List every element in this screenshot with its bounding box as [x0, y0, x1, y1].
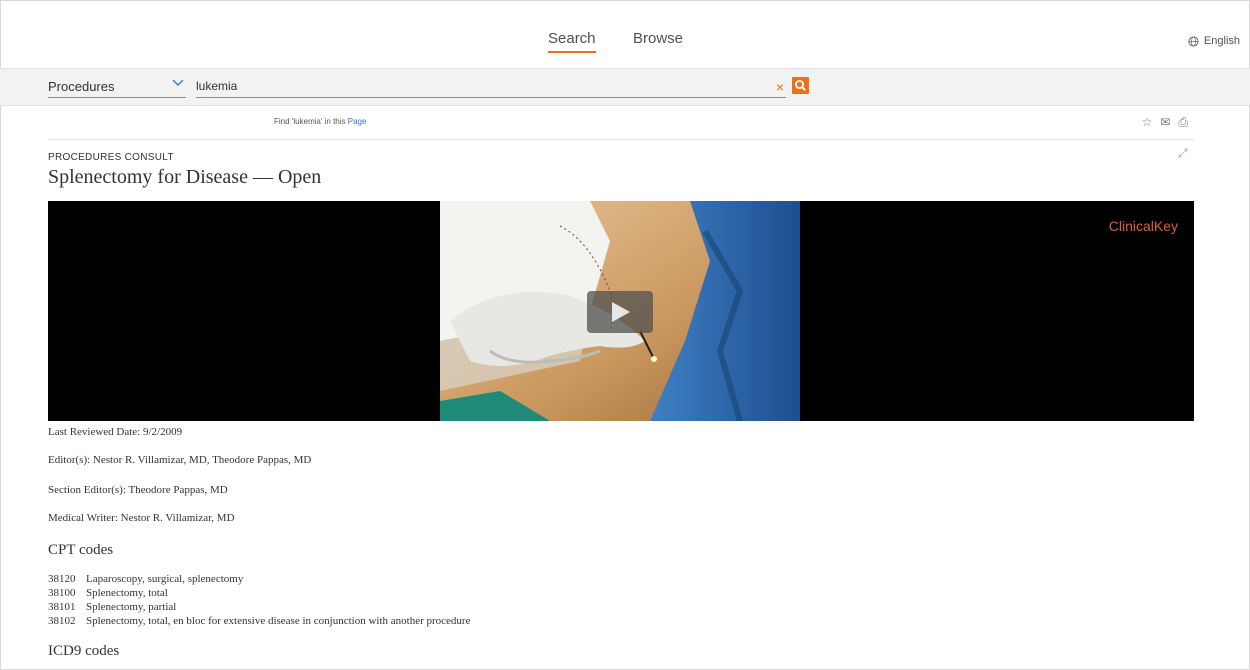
star-icon[interactable]: ☆: [1142, 115, 1153, 130]
globe-icon: [1188, 35, 1199, 47]
page-title: Splenectomy for Disease — Open: [48, 166, 322, 188]
cpt-code: 38101: [48, 601, 76, 613]
cpt-code-description: Splenectomy, total, en bloc for extensiv…: [86, 615, 471, 627]
search-input[interactable]: [196, 79, 756, 93]
tab-browse[interactable]: Browse: [633, 30, 683, 47]
video-brand-logo: ClinicalKey: [1108, 218, 1178, 234]
cpt-code-description: Laparoscopy, surgical, splenectomy: [86, 573, 244, 585]
language-label: English: [1203, 35, 1240, 47]
cpt-code-row: 38120 Laparoscopy, surgical, splenectomy: [48, 572, 470, 586]
find-in-page: Find 'lukemia' in this Page: [274, 117, 366, 126]
tab-search[interactable]: Search: [548, 30, 596, 53]
clear-search-icon[interactable]: ×: [776, 79, 784, 95]
last-reviewed-date: Last Reviewed Date: 9/2/2009: [48, 426, 183, 438]
play-icon: [612, 302, 630, 322]
cpt-code-row: 38100 Splenectomy, total: [48, 586, 470, 600]
cpt-code: 38120: [48, 573, 76, 585]
email-icon[interactable]: ✉: [1160, 115, 1170, 130]
content-type-label: PROCEDURES CONSULT: [48, 152, 174, 163]
search-bar: Procedures ×: [0, 68, 1250, 106]
editors: Editor(s): Nestor R. Villamizar, MD, The…: [48, 454, 312, 466]
cpt-code-description: Splenectomy, total: [86, 587, 168, 599]
chevron-down-icon: [172, 76, 184, 90]
icd9-codes-heading: ICD9 codes: [48, 643, 120, 659]
expand-icon[interactable]: ⤢: [1178, 146, 1188, 161]
search-scope-dropdown[interactable]: Procedures: [48, 79, 186, 98]
find-in-page-row: Find 'lukemia' in this Page ☆ ✉ ⎙: [48, 113, 1194, 140]
cpt-codes-heading: CPT codes: [48, 542, 114, 558]
language-selector[interactable]: English: [1188, 35, 1240, 47]
video-player[interactable]: ClinicalKey: [48, 201, 1194, 421]
cpt-codes-list: 38120 Laparoscopy, surgical, splenectomy …: [48, 572, 470, 628]
search-scope-value: Procedures: [48, 79, 115, 94]
find-in-page-link[interactable]: Page: [348, 117, 367, 126]
search-icon: [795, 80, 806, 91]
article-tools: ☆ ✉ ⎙: [1142, 115, 1188, 130]
cpt-code: 38102: [48, 615, 76, 627]
top-navigation: Search Browse English: [0, 0, 1250, 68]
cpt-code-row: 38102 Splenectomy, total, en bloc for ext…: [48, 614, 470, 628]
cpt-code-row: 38101 Splenectomy, partial: [48, 600, 470, 614]
section-editors: Section Editor(s): Theodore Pappas, MD: [48, 484, 228, 496]
print-icon[interactable]: ⎙: [1178, 115, 1188, 130]
cpt-code: 38100: [48, 587, 76, 599]
cpt-code-description: Splenectomy, partial: [86, 601, 177, 613]
find-in-page-label: Find 'lukemia' in this: [274, 117, 346, 126]
play-button[interactable]: [587, 291, 653, 333]
search-query-field: [196, 79, 786, 98]
search-button[interactable]: [792, 77, 809, 94]
medical-writer: Medical Writer: Nestor R. Villamizar, MD: [48, 512, 235, 524]
